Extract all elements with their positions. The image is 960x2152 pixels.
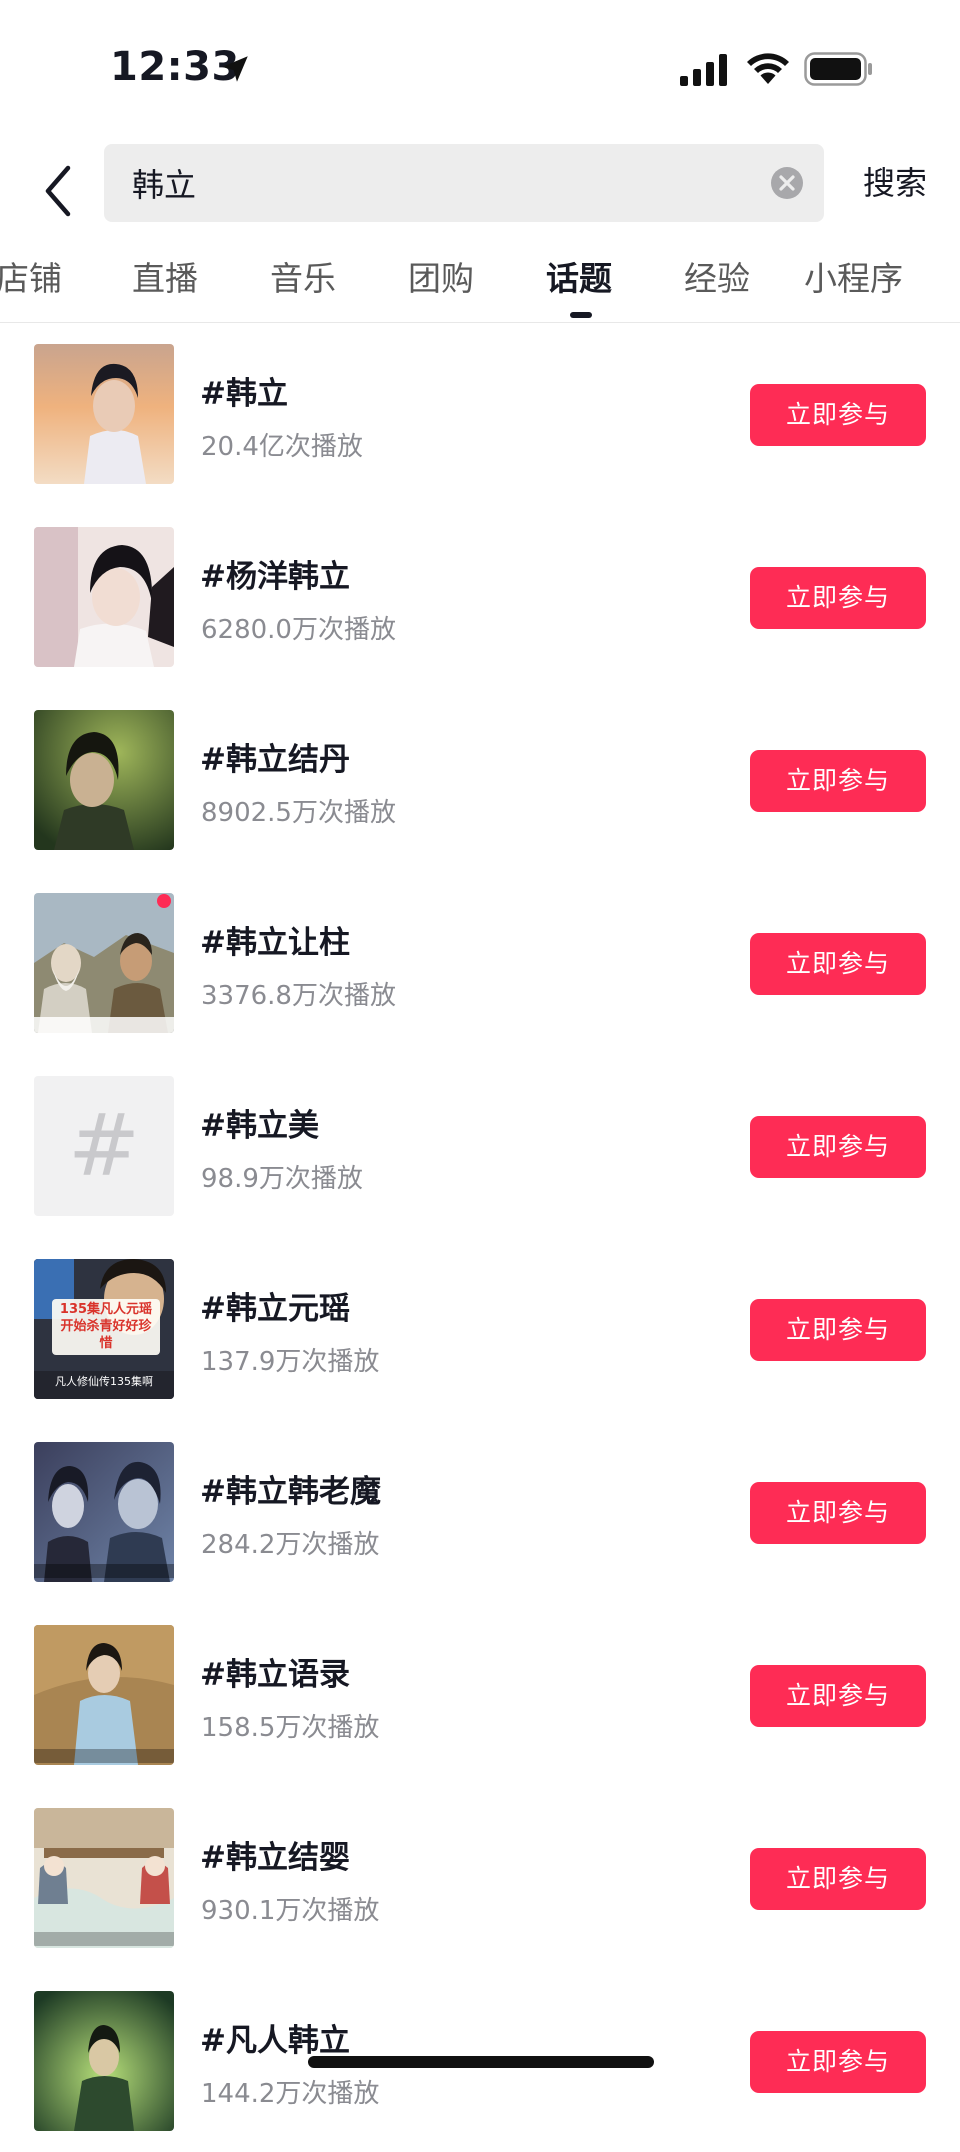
topic-row[interactable]: #韩立结丹 8902.5万次播放 立即参与 bbox=[0, 688, 960, 871]
thumbnail-subcaption: 凡人修仙传135集啊 bbox=[55, 1375, 153, 1388]
location-arrow-icon bbox=[222, 56, 248, 82]
signal-icon bbox=[680, 54, 727, 86]
topic-thumbnail bbox=[34, 527, 174, 667]
topic-row[interactable]: #韩立韩老魔 284.2万次播放 立即参与 bbox=[0, 1420, 960, 1603]
topic-play-count: 284.2万次播放 bbox=[201, 1530, 380, 1560]
topic-thumbnail: # bbox=[34, 1076, 174, 1216]
join-button[interactable]: 立即参与 bbox=[750, 1116, 926, 1178]
topic-title: #韩立元瑶 bbox=[200, 1291, 350, 1327]
back-icon[interactable] bbox=[38, 160, 80, 222]
topic-row[interactable]: #韩立语录 158.5万次播放 立即参与 bbox=[0, 1603, 960, 1786]
home-indicator bbox=[308, 2056, 654, 2068]
topic-row[interactable]: #韩立结婴 930.1万次播放 立即参与 bbox=[0, 1786, 960, 1969]
topic-row[interactable]: #韩立 20.4亿次播放 立即参与 bbox=[0, 322, 960, 505]
hashtag-placeholder-icon: # bbox=[34, 1076, 174, 1216]
topic-thumbnail bbox=[34, 710, 174, 850]
topic-play-count: 930.1万次播放 bbox=[201, 1896, 380, 1926]
topic-row[interactable]: # #韩立美 98.9万次播放 立即参与 bbox=[0, 1054, 960, 1237]
tab-mini-programs[interactable]: 小程序 bbox=[804, 248, 903, 310]
tab-topics[interactable]: 话题 bbox=[546, 248, 612, 310]
battery-icon bbox=[804, 52, 872, 86]
search-button[interactable]: 搜索 bbox=[840, 144, 950, 222]
join-button[interactable]: 立即参与 bbox=[750, 750, 926, 812]
active-tab-indicator bbox=[570, 312, 592, 318]
tab-experience[interactable]: 经验 bbox=[684, 248, 750, 310]
tab-shops[interactable]: 店铺 bbox=[0, 248, 62, 310]
category-tabs: 店铺 直播 音乐 团购 话题 经验 小程序 bbox=[0, 248, 960, 323]
topic-title: #韩立结婴 bbox=[200, 1840, 350, 1876]
join-button[interactable]: 立即参与 bbox=[750, 2031, 926, 2093]
clear-icon[interactable] bbox=[770, 166, 804, 200]
topic-thumbnail bbox=[34, 893, 174, 1033]
topic-play-count: 3376.8万次播放 bbox=[201, 981, 396, 1011]
topic-title: #韩立美 bbox=[200, 1108, 319, 1144]
topic-row[interactable]: #杨洋韩立 6280.0万次播放 立即参与 bbox=[0, 505, 960, 688]
join-button[interactable]: 立即参与 bbox=[750, 1665, 926, 1727]
topic-thumbnail: 135集凡人元瑶开始杀青好好珍惜 凡人修仙传135集啊 bbox=[34, 1259, 174, 1399]
topic-row[interactable]: #韩立让柱 3376.8万次播放 立即参与 bbox=[0, 871, 960, 1054]
topic-title: #杨洋韩立 bbox=[200, 559, 350, 595]
search-header: 搜索 bbox=[0, 140, 960, 250]
search-input[interactable] bbox=[132, 144, 752, 222]
topic-play-count: 6280.0万次播放 bbox=[201, 615, 396, 645]
topic-thumbnail bbox=[34, 1991, 174, 2131]
tab-live[interactable]: 直播 bbox=[132, 248, 198, 310]
topic-thumbnail bbox=[34, 1625, 174, 1765]
topic-play-count: 98.9万次播放 bbox=[201, 1164, 363, 1194]
topic-thumbnail bbox=[34, 1808, 174, 1948]
tab-music[interactable]: 音乐 bbox=[270, 248, 336, 310]
join-button[interactable]: 立即参与 bbox=[750, 567, 926, 629]
search-box[interactable] bbox=[104, 144, 824, 222]
wifi-icon bbox=[747, 53, 789, 84]
topic-title: #韩立结丹 bbox=[200, 742, 350, 778]
topic-play-count: 158.5万次播放 bbox=[201, 1713, 380, 1743]
topic-title: #韩立让柱 bbox=[200, 925, 350, 961]
join-button[interactable]: 立即参与 bbox=[750, 384, 926, 446]
topic-title: #韩立 bbox=[200, 376, 288, 412]
topic-play-count: 8902.5万次播放 bbox=[201, 798, 396, 828]
topic-thumbnail bbox=[34, 1442, 174, 1582]
thumbnail-caption: 135集凡人元瑶开始杀青好好珍惜 bbox=[59, 1302, 153, 1351]
topic-list: #韩立 20.4亿次播放 立即参与 #杨洋韩立 6280.0万次播放 立即参与 bbox=[0, 322, 960, 2152]
topic-play-count: 137.9万次播放 bbox=[201, 1347, 380, 1377]
join-button[interactable]: 立即参与 bbox=[750, 1848, 926, 1910]
topic-play-count: 20.4亿次播放 bbox=[201, 432, 363, 462]
status-bar: 12:33 bbox=[0, 0, 960, 140]
topic-title: #韩立韩老魔 bbox=[200, 1474, 381, 1510]
topic-row[interactable]: 135集凡人元瑶开始杀青好好珍惜 凡人修仙传135集啊 #韩立元瑶 137.9万… bbox=[0, 1237, 960, 1420]
join-button[interactable]: 立即参与 bbox=[750, 933, 926, 995]
tab-group-buy[interactable]: 团购 bbox=[408, 248, 474, 310]
join-button[interactable]: 立即参与 bbox=[750, 1299, 926, 1361]
join-button[interactable]: 立即参与 bbox=[750, 1482, 926, 1544]
topic-title: #韩立语录 bbox=[200, 1657, 350, 1693]
topic-title: #凡人韩立 bbox=[200, 2023, 350, 2059]
topic-thumbnail bbox=[34, 344, 174, 484]
topic-play-count: 144.2万次播放 bbox=[201, 2079, 380, 2109]
